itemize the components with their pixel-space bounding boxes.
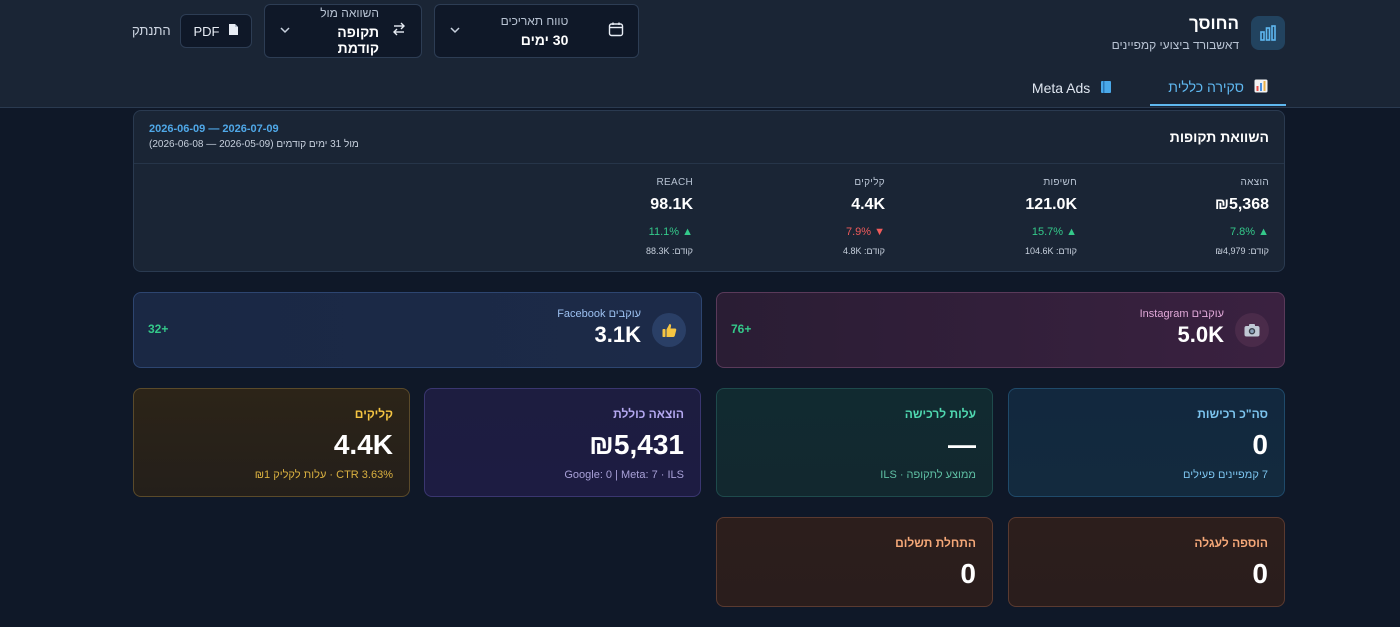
compare-value: תקופה קודמת: [337, 24, 379, 56]
chevron-down-icon: [449, 23, 461, 39]
kpi-initiate-checkout: התחלת תשלום 0: [716, 517, 993, 607]
pdf-export-button[interactable]: PDF: [180, 14, 252, 48]
metric-value: 4.4K: [851, 196, 885, 213]
date-range-label: טווח תאריכים: [500, 14, 569, 28]
instagram-value: 5.0K: [1177, 322, 1224, 347]
camera-icon: [1235, 313, 1269, 347]
facebook-delta: +32: [148, 322, 169, 336]
metric-impressions: חשיפות 121.0K ▲ 15.7% קודם: 104.6K: [897, 177, 1077, 256]
date-range-value: 30 ימים: [520, 32, 569, 48]
metric-label: חשיפות: [1043, 177, 1077, 188]
kpi-label: הוצאה כוללת: [613, 407, 684, 421]
metric-spend: הוצאה ₪5,368 ▲ 7.8% קודם: ₪4,979: [1089, 177, 1269, 256]
kpi-sub: ממוצע לתקופה · ILS: [880, 469, 976, 481]
metric-change: ▲ 15.7%: [1031, 226, 1077, 238]
facebook-followers-card: עוקבים Facebook 3.1K +32: [133, 292, 702, 368]
kpi-add-to-cart: הוספה לעגלה 0: [1008, 517, 1285, 607]
kpi-value: —: [948, 429, 976, 460]
logout-link[interactable]: התנתק: [132, 23, 171, 38]
metric-change: ▼ 7.9%: [845, 226, 885, 238]
metric-reach: REACH 98.1K ▲ 11.1% קודם: 88.3K: [513, 177, 693, 256]
metric-previous: קודם: 4.8K: [843, 246, 885, 256]
tab-meta-ads-label: Meta Ads: [1031, 80, 1091, 96]
bar-chart-logo-icon: [1251, 16, 1285, 50]
metric-previous: קודם: 88.3K: [645, 246, 693, 256]
tab-meta-ads[interactable]: Meta Ads: [1014, 70, 1130, 106]
kpi-label: הוספה לעגלה: [1194, 536, 1268, 550]
book-icon: [1100, 80, 1112, 97]
metric-clicks: קליקים 4.4K ▼ 7.9% קודם: 4.8K: [705, 177, 885, 256]
calendar-icon: [608, 21, 624, 42]
kpi-sub: CTR 3.63% · עלות לקליק ₪1: [254, 469, 393, 481]
instagram-followers-card: עוקבים Instagram 5.0K +76: [716, 292, 1285, 368]
kpi-label: התחלת תשלום: [895, 536, 976, 550]
date-range-dropdown[interactable]: טווח תאריכים 30 ימים: [434, 4, 639, 58]
kpi-value: 0: [960, 558, 976, 589]
kpi-sub: 7 קמפיינים פעילים: [1183, 469, 1268, 481]
tab-overview-label: סקירה כללית: [1168, 79, 1244, 95]
metric-change: ▲ 7.8%: [1229, 226, 1269, 238]
kpi-value: 0: [1252, 429, 1268, 460]
current-range: 2026-06-09 — 2026-07-09: [149, 123, 279, 135]
top-bar: החוסך דאשבורד ביצועי קמפיינים טווח תאריכ…: [0, 0, 1400, 108]
thumbs-up-icon: [652, 313, 686, 347]
instagram-label: עוקבים Instagram: [1139, 308, 1224, 320]
kpi-sub: Google: 0 | Meta: 7 · ILS: [564, 469, 684, 481]
metric-value: ₪5,368: [1214, 196, 1269, 213]
kpi-label: עלות לרכישה: [904, 407, 976, 421]
previous-range: מול 31 ימים קודמים (2026-05-09 — 2026-06…: [149, 139, 359, 150]
kpi-label: סה"כ רכישות: [1197, 407, 1268, 421]
kpi-value: ₪5,431: [589, 429, 684, 460]
comparison-title: השוואת תקופות: [1169, 129, 1269, 145]
metric-value: 98.1K: [650, 196, 693, 213]
compare-label: השוואה מול: [320, 6, 379, 20]
kpi-value: 4.4K: [333, 429, 393, 460]
compare-dropdown[interactable]: השוואה מול תקופה קודמת: [264, 4, 422, 58]
chevron-down-icon: [279, 23, 291, 39]
kpi-clicks: קליקים 4.4K CTR 3.63% · עלות לקליק ₪1: [133, 388, 410, 497]
period-comparison-panel: השוואת תקופות 2026-06-09 — 2026-07-09 מו…: [133, 110, 1285, 272]
facebook-label: עוקבים Facebook: [557, 308, 641, 320]
swap-arrows-icon: [391, 21, 407, 42]
divider: [134, 163, 1284, 164]
tab-overview[interactable]: סקירה כללית: [1150, 70, 1286, 106]
kpi-label: קליקים: [354, 407, 393, 421]
pdf-label: PDF: [193, 23, 220, 39]
metric-previous: קודם: ₪4,979: [1215, 246, 1269, 256]
metric-label: קליקים: [854, 177, 885, 188]
comparison-date-range: 2026-06-09 — 2026-07-09 מול 31 ימים קודמ…: [149, 123, 359, 150]
brand: החוסך דאשבורד ביצועי קמפיינים: [1112, 14, 1285, 52]
metric-label: REACH: [656, 177, 693, 188]
app-subtitle: דאשבורד ביצועי קמפיינים: [1111, 38, 1239, 52]
document-icon: [228, 23, 239, 39]
kpi-value: 0: [1252, 558, 1268, 589]
instagram-delta: +76: [731, 322, 752, 336]
metric-change: ▲ 11.1%: [648, 226, 693, 238]
kpi-cost-per-purchase: עלות לרכישה — ממוצע לתקופה · ILS: [716, 388, 993, 497]
kpi-total-purchases: סה"כ רכישות 0 7 קמפיינים פעילים: [1008, 388, 1285, 497]
bar-chart-icon: [1254, 79, 1268, 96]
tab-bar: סקירה כללית Meta Ads: [1014, 70, 1286, 106]
metric-previous: קודם: 104.6K: [1024, 246, 1077, 256]
metric-value: 121.0K: [1025, 196, 1077, 213]
metric-label: הוצאה: [1240, 177, 1269, 188]
kpi-total-spend: הוצאה כוללת ₪5,431 Google: 0 | Meta: 7 ·…: [424, 388, 701, 497]
facebook-value: 3.1K: [594, 322, 641, 347]
app-title: החוסך: [1188, 14, 1239, 33]
